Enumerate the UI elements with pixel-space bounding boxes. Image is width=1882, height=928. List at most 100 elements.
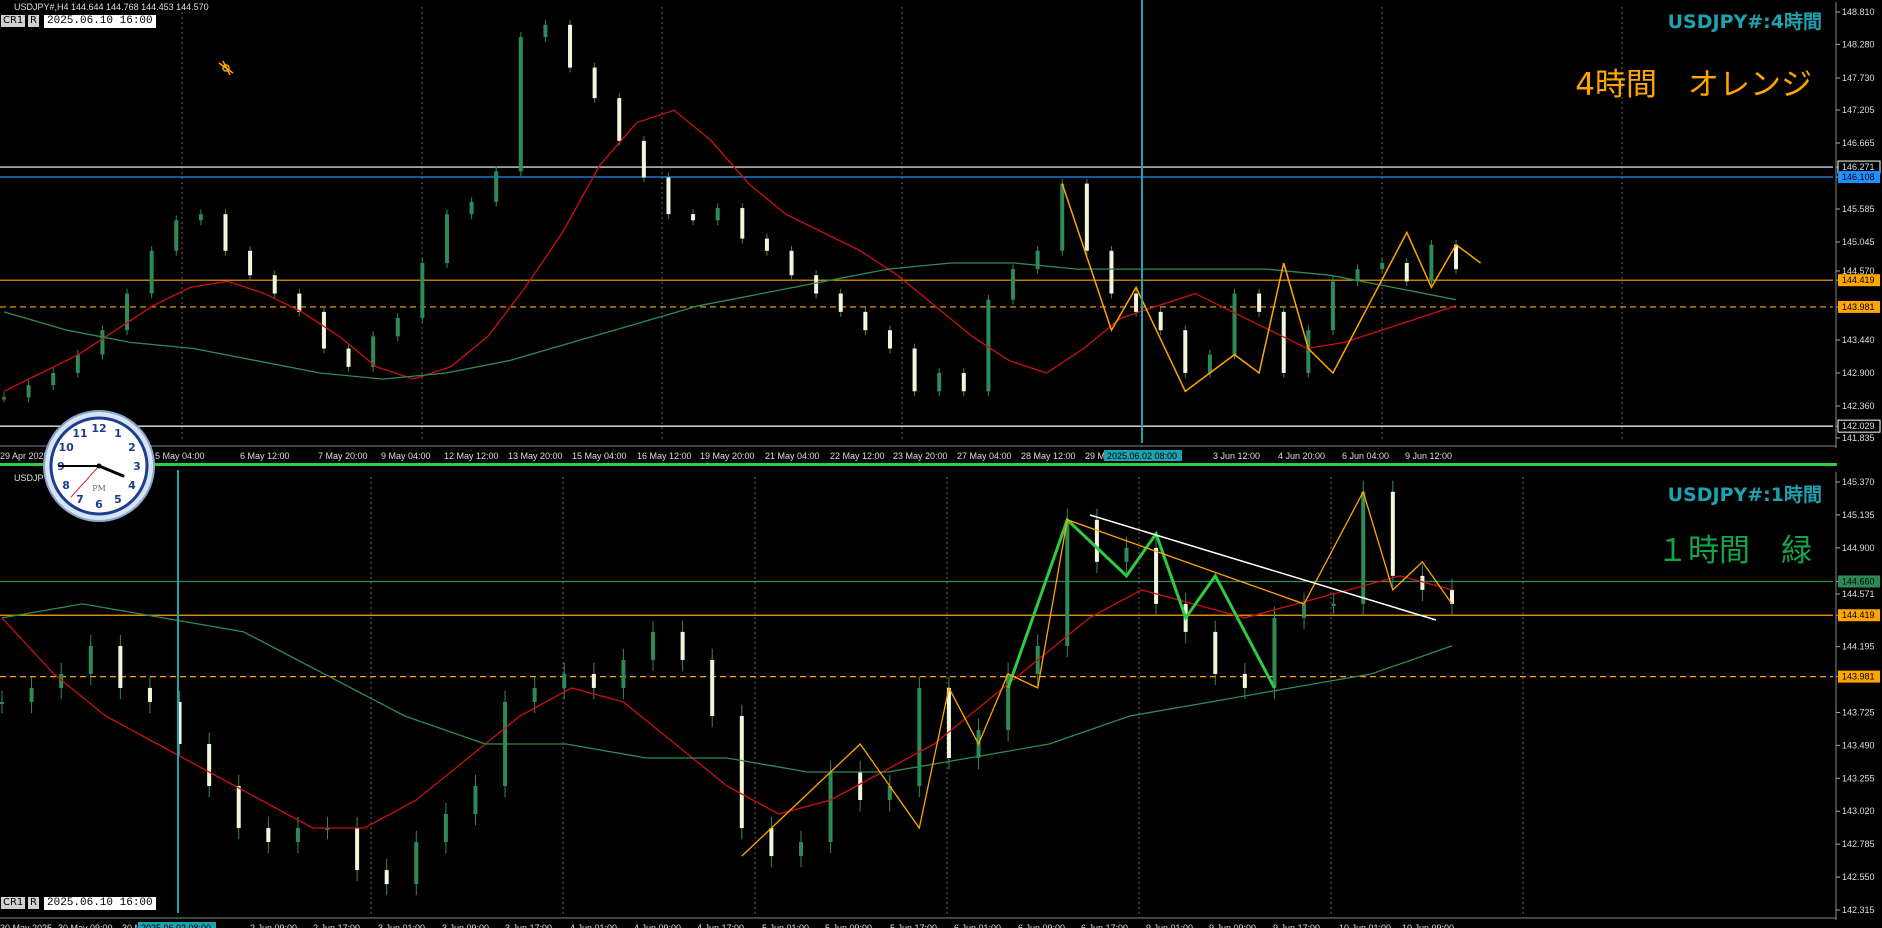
candle-body (562, 673, 567, 688)
cursor-time-label: 2025.06.02 08:00 (141, 923, 211, 928)
candle-body (917, 687, 922, 787)
price-tick-label: 146.665 (1842, 138, 1875, 148)
price-tick-label: 142.785 (1842, 839, 1875, 849)
price-tick-label: 144.571 (1842, 589, 1875, 599)
time-tick-label: 7 May 20:00 (318, 451, 368, 461)
h4-chart-panel[interactable]: 148.810 148.280 147.730 147.205 146.665 146.2… (0, 0, 1881, 461)
h1-timestamp-box: 2025.06.10 16:00 (44, 897, 156, 910)
time-tick-label: 16 May 12:00 (637, 451, 692, 461)
candle-body (444, 214, 449, 264)
candle-body (568, 24, 573, 68)
candle-body (414, 842, 419, 885)
price-tick-label: 144.660 (1842, 576, 1875, 586)
h1-r-badge[interactable]: R (28, 897, 39, 909)
candle-body (297, 293, 302, 312)
candle-body (248, 250, 253, 276)
clock-numeral: 8 (62, 479, 70, 492)
time-tick-label: 3 Jun 09:00 (442, 923, 489, 928)
clock-numeral: 12 (91, 422, 106, 435)
candle-body (1134, 293, 1139, 312)
time-tick-label: 2 Jun 09:00 (250, 923, 297, 928)
h4-timestamp-box: 2025.06.10 16:00 (44, 15, 156, 28)
price-tick-label: 143.255 (1842, 773, 1875, 783)
candle-body (0, 701, 4, 704)
price-tick-label: 145.585 (1842, 204, 1875, 214)
time-tick-label: 3 Jun 01:00 (378, 923, 425, 928)
candle-body (739, 715, 744, 829)
time-tick-label: 29 M (1085, 451, 1105, 461)
candle-body (1306, 330, 1311, 373)
clock-ampm: PM (92, 484, 106, 493)
price-tick-label: 148.810 (1842, 7, 1875, 17)
h1-chart-panel[interactable]: 145.370 145.135 144.900 144.660 144.571 144.4… (0, 470, 1880, 928)
candle-body (223, 214, 228, 251)
h4-cr-badge[interactable]: CR1 (1, 15, 26, 27)
candle-body (961, 372, 966, 392)
clock-numeral: 1 (114, 427, 122, 440)
candle-body (174, 220, 179, 251)
price-tick-label: 147.205 (1842, 105, 1875, 115)
candle-body (1035, 250, 1040, 270)
candle-body (863, 311, 868, 331)
clock-numeral: 7 (76, 493, 84, 506)
time-tick-label: 9 Jun 09:00 (1209, 923, 1256, 928)
price-tick-label: 143.725 (1842, 707, 1875, 717)
time-tick-label: 5 Jun 01:00 (762, 923, 809, 928)
clock-widget[interactable]: 121234567891011 PM (42, 409, 156, 523)
clock-numeral: 5 (114, 493, 122, 506)
candle-body (666, 177, 671, 215)
h1-cr-badge[interactable]: CR1 (1, 897, 26, 909)
h1-candles (0, 480, 1454, 896)
candle-body (912, 348, 917, 392)
chart-stage[interactable]: 148.810 148.280 147.730 147.205 146.665 146.2… (0, 0, 1882, 928)
candle-body (420, 263, 425, 318)
price-tick-label: 141.835 (1842, 433, 1875, 443)
candle-body (1158, 311, 1163, 331)
clock-numeral: 3 (133, 460, 141, 473)
price-tick-label: 143.490 (1842, 740, 1875, 750)
candle-body (272, 275, 277, 294)
candle-body (680, 631, 685, 660)
h1-horizontal-levels[interactable] (0, 580, 1833, 678)
clock-numeral: 4 (128, 479, 136, 492)
time-tick-label: 9 May 04:00 (381, 451, 431, 461)
zigzag-line (1006, 517, 1276, 689)
time-tick-label: 2 Jun 17:00 (313, 923, 360, 928)
candle-body (937, 372, 942, 392)
h1-trendline[interactable] (1089, 514, 1437, 621)
panel-divider[interactable] (0, 463, 1837, 466)
price-tick-label: 145.045 (1842, 237, 1875, 247)
candle-body (1404, 263, 1409, 282)
price-tick-label: 142.900 (1842, 368, 1875, 378)
candle-body (469, 201, 474, 215)
time-tick-label: 28 May 12:00 (1021, 451, 1076, 461)
cursor-time-label: 2025.06.02 08:00 (1107, 451, 1177, 461)
candle-body (26, 385, 31, 398)
candle-body (1213, 631, 1218, 674)
candle-body (715, 208, 720, 221)
h4-note: 4時間 オレンジ (1575, 67, 1812, 103)
candle-body (207, 743, 212, 787)
h4-header: USDJPY#,H4 144.644 144.768 144.453 144.5… (14, 2, 209, 12)
price-tick-label: 143.440 (1842, 335, 1875, 345)
candle-body (75, 354, 80, 373)
candle-body (1183, 330, 1188, 373)
time-tick-label: 6 May 12:00 (240, 451, 290, 461)
h4-r-badge[interactable]: R (28, 15, 39, 27)
candle-body (1154, 547, 1159, 604)
time-tick-label: 4 Jun 01:00 (570, 923, 617, 928)
candle-body (149, 250, 154, 294)
candle-body (125, 293, 130, 331)
price-tick-label: 143.981 (1842, 672, 1875, 682)
h4-price-axis: 148.810 148.280 147.730 147.205 146.665 146.2… (1835, 2, 1881, 448)
time-tick-label: 22 May 12:00 (830, 451, 885, 461)
candle-body (532, 687, 537, 702)
candle-body (1257, 293, 1262, 312)
candle-body (88, 645, 93, 674)
h1-time-axis: 30 May 2025 30 May 09:00 30 M2 Jun 09:00 2 … (0, 917, 1836, 928)
candle-body (236, 786, 241, 829)
candle-body (1011, 269, 1016, 300)
time-tick-label: 9 Jun 01:00 (1146, 923, 1193, 928)
candle-body (798, 842, 803, 857)
candle-body (473, 786, 478, 815)
